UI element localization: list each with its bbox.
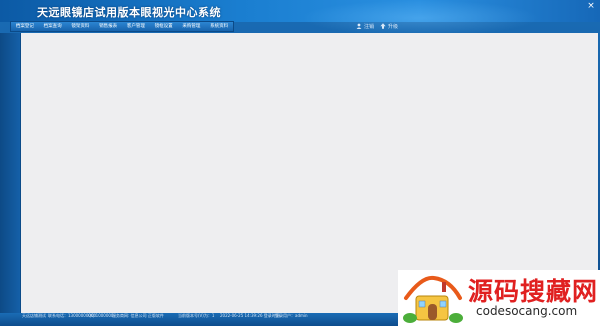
watermark-url: codesocang.com bbox=[476, 304, 578, 318]
upgrade-label: 升级 bbox=[388, 23, 399, 30]
watermark: 源码搜藏网 codesocang.com bbox=[398, 270, 600, 326]
house-logo-icon bbox=[403, 275, 463, 323]
status-login-time: 2022-06-25 14:39:26 登录时间 bbox=[220, 313, 280, 318]
window-title: 天远眼镜店试用版本眼视光中心系统 bbox=[37, 6, 221, 19]
status-version: 当前版本号(V)为：1 bbox=[178, 313, 215, 318]
logout-button[interactable]: 注销 bbox=[356, 21, 374, 31]
watermark-title: 源码搜藏网 bbox=[468, 277, 599, 306]
status-service: 服务商网: 信息公司 正版软件 bbox=[112, 313, 164, 318]
upgrade-icon bbox=[380, 23, 386, 29]
title-bar: 天远眼镜店试用版本眼视光中心系统 × bbox=[0, 0, 600, 36]
menu-item-archive-query[interactable]: 档案查询 bbox=[39, 22, 67, 31]
upgrade-button[interactable]: 升级 bbox=[380, 21, 398, 31]
title-bar-glow bbox=[300, 0, 540, 36]
left-sidebar bbox=[0, 33, 20, 313]
status-qq: QQ:1000000 bbox=[88, 313, 114, 318]
close-button[interactable]: × bbox=[582, 0, 600, 12]
logout-icon bbox=[356, 23, 362, 29]
menu-item-frame-data[interactable]: 镜架资料 bbox=[67, 22, 95, 31]
logout-label: 注销 bbox=[364, 23, 375, 30]
menu-item-purchase-management[interactable]: 采购管理 bbox=[178, 22, 206, 31]
status-shop: 天远店铺测试 bbox=[22, 313, 46, 318]
menu-item-system-data[interactable]: 系统资料 bbox=[205, 22, 233, 31]
menu-item-customer-management[interactable]: 客户管理 bbox=[122, 22, 150, 31]
menu-item-archive-register[interactable]: 档案登记 bbox=[11, 22, 39, 31]
menu-item-frame-settings[interactable]: 镜框设置 bbox=[150, 22, 178, 31]
app-window: 天远眼镜店试用版本眼视光中心系统 × 注销 升级 档案登记 档案查询 镜架资料 … bbox=[0, 0, 600, 326]
menu-item-sales-report[interactable]: 销售报表 bbox=[94, 22, 122, 31]
main-menu: 档案登记 档案查询 镜架资料 销售报表 客户管理 镜框设置 采购管理 系统资料 bbox=[10, 21, 234, 32]
status-user: 登录用户：admin bbox=[275, 313, 308, 318]
